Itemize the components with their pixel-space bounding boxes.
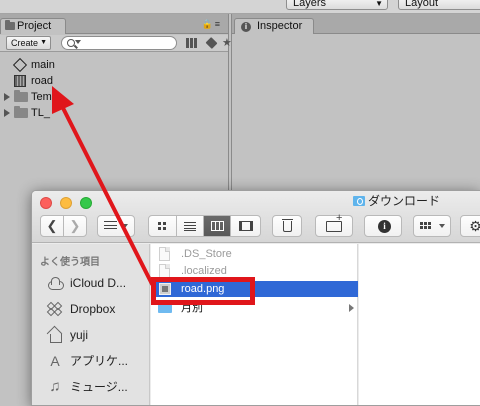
move-to-trash-button[interactable] [272,215,302,237]
filter-by-type-icon[interactable] [185,37,197,49]
panel-lock-menu[interactable]: 🔒≡ [202,19,222,30]
new-folder-button[interactable] [315,213,353,237]
expand-arrow-icon[interactable] [4,109,10,117]
project-toolbar: Create ▼ ★ [0,35,232,52]
chevron-left-icon: ❮ [46,218,58,233]
folder-icon [14,106,28,118]
unity-top-toolbar: Layers ▼ Layout [0,0,480,14]
file-column: .DS_Store .localized road.png 月別 [151,244,358,405]
file-row-ds-store[interactable]: .DS_Store [151,246,358,262]
chevron-down-icon [439,224,445,228]
downloads-folder-icon [353,196,365,206]
sidebar-item-icloud-drive[interactable]: iCloud D... [46,272,150,294]
finder-titlebar: ダウンロード ❮ ❯ i [32,191,480,243]
trash-icon [282,219,293,232]
folder-icon [5,20,15,30]
dropbox-icon [46,301,64,317]
window-title: ダウンロード [353,193,441,209]
sidebar-item-music[interactable]: ♫ ミュージ... [46,376,150,398]
create-button[interactable]: Create ▼ [6,36,51,50]
music-note-icon: ♫ [49,378,61,395]
back-button[interactable]: ❮ [40,215,64,237]
icon-view-icon [158,222,166,230]
home-icon [46,327,64,343]
menu-icon[interactable]: ≡ [215,19,222,29]
info-icon: i [241,22,251,32]
chevron-right-icon: ❯ [69,218,81,233]
file-name: .DS_Store [181,248,232,260]
asset-label: road [31,75,54,87]
applications-icon: A [50,353,60,369]
cloud-icon [46,275,64,291]
zoom-window-button[interactable] [80,197,92,209]
project-tab-bar: Project 🔒≡ [0,14,228,34]
document-icon [159,247,170,261]
create-button-label: Create [11,38,39,48]
search-icon [67,39,75,47]
arrange-icon [104,221,117,231]
sidebar-item-dropbox[interactable]: Dropbox [46,298,150,320]
sidebar-item-label: ミュージ... [70,380,128,394]
minimize-window-button[interactable] [60,197,72,209]
sidebar-section-heading: よく使う項目 [40,257,100,268]
layout-dropdown-label: Layout [405,0,439,9]
asset-folder-tem[interactable]: Tem [14,89,164,105]
get-info-button[interactable]: i [364,215,402,237]
view-as-icons-button[interactable] [148,215,177,237]
view-as-coverflow-button[interactable] [230,215,261,237]
new-folder-icon [326,213,342,232]
finder-sidebar: よく使う項目 iCloud D... Dropbox yuji A アプリケ..… [32,244,150,405]
sidebar-item-home[interactable]: yuji [46,324,150,346]
group-by-button[interactable] [413,215,451,237]
tab-inspector[interactable]: i Inspector [234,18,314,34]
annotation-highlight-box [151,277,255,305]
column-view-icon [211,221,224,231]
asset-folder-tl[interactable]: TL_ [14,105,164,121]
chevron-down-icon: ▼ [40,39,47,46]
coverflow-view-icon [239,221,253,231]
group-icon [420,222,432,230]
folder-icon [14,90,28,102]
lock-icon[interactable]: 🔒 [202,19,215,29]
chevron-right-icon [349,304,354,312]
filter-by-label-icon[interactable] [206,37,218,49]
unity-scene-icon [14,59,26,71]
asset-label: main [31,59,55,71]
arrange-button[interactable] [97,215,135,237]
texture-icon [14,75,26,87]
preview-column [359,244,480,405]
sidebar-item-label: Dropbox [70,302,116,316]
asset-item-main[interactable]: main [14,57,164,73]
asset-label: Tem [31,91,52,103]
sidebar-item-label: アプリケ... [70,354,129,368]
sidebar-item-applications[interactable]: A アプリケ... [46,350,150,372]
chevron-down-icon [75,40,81,44]
forward-button[interactable]: ❯ [63,215,87,237]
action-button[interactable]: ⚙ [460,215,480,237]
expand-arrow-icon[interactable] [4,93,10,101]
layout-dropdown[interactable]: Layout [398,0,480,10]
info-icon: i [378,220,391,233]
view-as-columns-button[interactable] [203,215,231,237]
inspector-tab-bar: i Inspector [232,14,480,34]
layers-dropdown[interactable]: Layers ▼ [286,0,388,10]
gear-icon: ⚙ [469,219,480,233]
view-as-list-button[interactable] [176,215,204,237]
chevron-down-icon: ▼ [375,0,383,8]
tab-inspector-label: Inspector [257,20,303,32]
document-icon [159,264,170,278]
asset-item-road[interactable]: road [14,73,164,89]
sidebar-item-label: yuji [70,328,89,342]
chevron-down-icon [122,224,128,228]
layers-dropdown-label: Layers [293,0,327,9]
tab-project-label: Project [17,20,52,32]
window-title-label: ダウンロード [368,194,441,208]
tab-project[interactable]: Project [0,18,66,34]
close-window-button[interactable] [40,197,52,209]
project-search-input[interactable] [61,36,177,50]
sidebar-item-label: iCloud D... [70,276,127,290]
list-view-icon [184,222,196,231]
asset-label: TL_ [31,107,50,119]
finder-window: ダウンロード ❮ ❯ i [31,190,480,406]
